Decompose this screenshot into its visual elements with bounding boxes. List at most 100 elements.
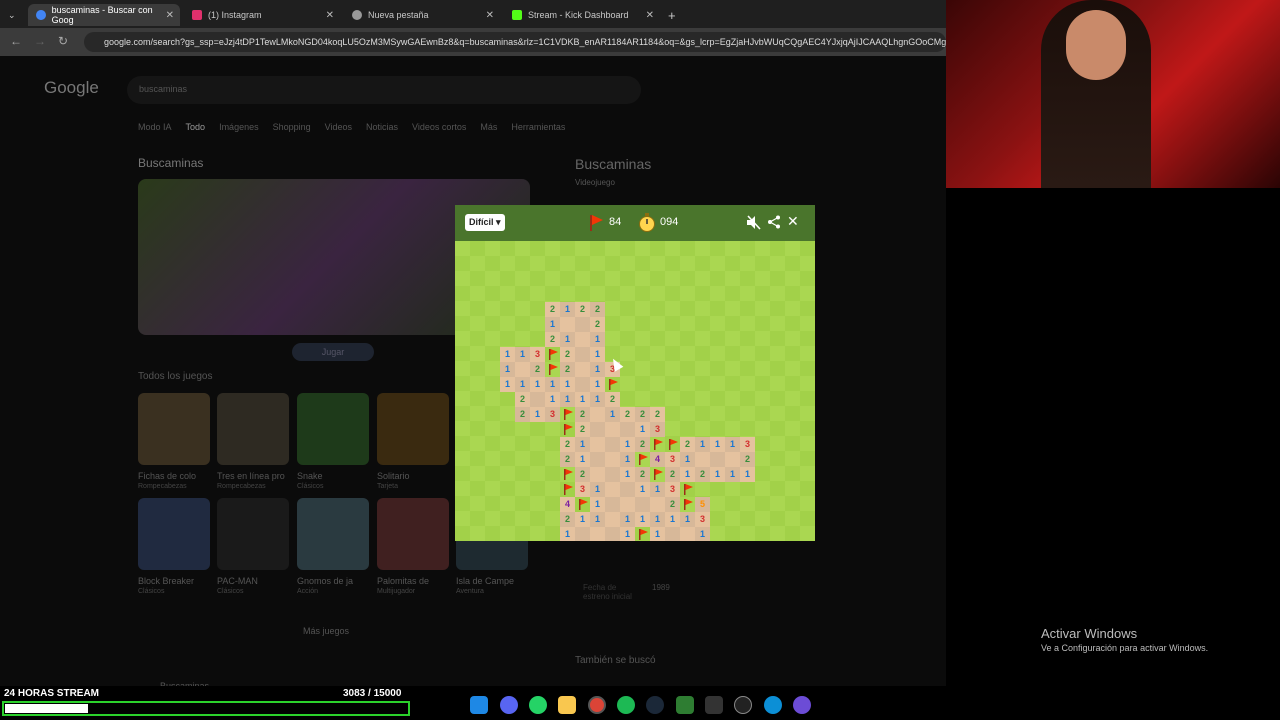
empty-cell[interactable] bbox=[620, 497, 635, 512]
number-cell[interactable]: 1 bbox=[635, 512, 650, 527]
game-tile-tres-en-linea[interactable] bbox=[217, 393, 289, 465]
flag-cell[interactable] bbox=[635, 452, 650, 467]
number-cell[interactable]: 2 bbox=[635, 437, 650, 452]
number-cell[interactable]: 2 bbox=[515, 392, 530, 407]
empty-cell[interactable] bbox=[575, 347, 590, 362]
empty-cell[interactable] bbox=[605, 467, 620, 482]
number-cell[interactable]: 3 bbox=[665, 482, 680, 497]
file-explorer-icon[interactable] bbox=[558, 696, 576, 714]
number-cell[interactable]: 2 bbox=[560, 452, 575, 467]
number-cell[interactable]: 1 bbox=[500, 377, 515, 392]
google-logo[interactable]: Google bbox=[44, 78, 99, 98]
number-cell[interactable]: 1 bbox=[635, 482, 650, 497]
empty-cell[interactable] bbox=[605, 452, 620, 467]
number-cell[interactable]: 2 bbox=[665, 467, 680, 482]
number-cell[interactable]: 1 bbox=[530, 377, 545, 392]
number-cell[interactable]: 1 bbox=[575, 512, 590, 527]
flag-cell[interactable] bbox=[575, 497, 590, 512]
game-tile-pac-man[interactable] bbox=[217, 498, 289, 570]
empty-cell[interactable] bbox=[635, 497, 650, 512]
number-cell[interactable]: 2 bbox=[575, 407, 590, 422]
number-cell[interactable]: 1 bbox=[620, 467, 635, 482]
game-tile-block-breaker[interactable] bbox=[138, 498, 210, 570]
number-cell[interactable]: 1 bbox=[695, 527, 710, 541]
number-cell[interactable]: 1 bbox=[725, 467, 740, 482]
number-cell[interactable]: 2 bbox=[575, 302, 590, 317]
number-cell[interactable]: 2 bbox=[695, 467, 710, 482]
game-tile-palomitas[interactable] bbox=[377, 498, 449, 570]
number-cell[interactable]: 2 bbox=[650, 407, 665, 422]
windows-start-icon[interactable] bbox=[470, 696, 488, 714]
number-cell[interactable]: 1 bbox=[500, 362, 515, 377]
number-cell[interactable]: 1 bbox=[575, 437, 590, 452]
empty-cell[interactable] bbox=[605, 422, 620, 437]
tab-new[interactable]: Nueva pestaña ✕ bbox=[344, 4, 500, 26]
empty-cell[interactable] bbox=[680, 527, 695, 541]
number-cell[interactable]: 1 bbox=[620, 512, 635, 527]
empty-cell[interactable] bbox=[605, 437, 620, 452]
chrome-taskbar-icon[interactable] bbox=[588, 696, 606, 714]
number-cell[interactable]: 1 bbox=[665, 512, 680, 527]
number-cell[interactable]: 1 bbox=[710, 437, 725, 452]
number-cell[interactable]: 2 bbox=[560, 362, 575, 377]
number-cell[interactable]: 1 bbox=[680, 467, 695, 482]
empty-cell[interactable] bbox=[575, 332, 590, 347]
number-cell[interactable]: 2 bbox=[515, 407, 530, 422]
number-cell[interactable]: 5 bbox=[695, 497, 710, 512]
number-cell[interactable]: 2 bbox=[635, 407, 650, 422]
tab-buscaminas[interactable]: buscaminas - Buscar con Goog ✕ bbox=[28, 4, 180, 26]
tab-videos-cortos[interactable]: Videos cortos bbox=[412, 122, 466, 134]
number-cell[interactable]: 1 bbox=[650, 512, 665, 527]
empty-cell[interactable] bbox=[590, 407, 605, 422]
address-field[interactable]: google.com/search?gs_ssp=eJzj4tDP1TewLMk… bbox=[84, 32, 946, 52]
number-cell[interactable]: 1 bbox=[680, 452, 695, 467]
number-cell[interactable]: 1 bbox=[590, 377, 605, 392]
discord-icon[interactable] bbox=[500, 696, 518, 714]
number-cell[interactable]: 1 bbox=[515, 347, 530, 362]
tab-shopping[interactable]: Shopping bbox=[273, 122, 311, 134]
number-cell[interactable]: 2 bbox=[680, 437, 695, 452]
share-icon[interactable] bbox=[767, 215, 781, 229]
number-cell[interactable]: 2 bbox=[545, 302, 560, 317]
empty-cell[interactable] bbox=[575, 527, 590, 541]
game-tile-solitario[interactable] bbox=[377, 393, 449, 465]
number-cell[interactable]: 3 bbox=[740, 437, 755, 452]
number-cell[interactable]: 2 bbox=[590, 317, 605, 332]
tab-kick[interactable]: Stream - Kick Dashboard ✕ bbox=[504, 4, 660, 26]
tab-todo[interactable]: Todo bbox=[186, 122, 206, 134]
flag-cell[interactable] bbox=[560, 422, 575, 437]
number-cell[interactable]: 1 bbox=[590, 482, 605, 497]
number-cell[interactable]: 1 bbox=[590, 347, 605, 362]
empty-cell[interactable] bbox=[605, 527, 620, 541]
number-cell[interactable]: 1 bbox=[680, 512, 695, 527]
number-cell[interactable]: 1 bbox=[650, 482, 665, 497]
number-cell[interactable]: 1 bbox=[695, 437, 710, 452]
search-input[interactable]: buscaminas bbox=[127, 76, 641, 104]
number-cell[interactable]: 2 bbox=[575, 467, 590, 482]
empty-cell[interactable] bbox=[575, 317, 590, 332]
number-cell[interactable]: 1 bbox=[590, 497, 605, 512]
number-cell[interactable]: 2 bbox=[560, 437, 575, 452]
empty-cell[interactable] bbox=[590, 467, 605, 482]
number-cell[interactable]: 1 bbox=[560, 392, 575, 407]
number-cell[interactable]: 2 bbox=[560, 512, 575, 527]
number-cell[interactable]: 1 bbox=[650, 527, 665, 541]
flag-cell[interactable] bbox=[650, 437, 665, 452]
number-cell[interactable]: 2 bbox=[635, 467, 650, 482]
play-button[interactable]: Jugar bbox=[292, 343, 374, 361]
flag-cell[interactable] bbox=[560, 467, 575, 482]
number-cell[interactable]: 1 bbox=[740, 467, 755, 482]
empty-cell[interactable] bbox=[560, 317, 575, 332]
obs-icon[interactable] bbox=[734, 696, 752, 714]
number-cell[interactable]: 1 bbox=[545, 317, 560, 332]
empty-cell[interactable] bbox=[605, 512, 620, 527]
number-cell[interactable]: 2 bbox=[530, 362, 545, 377]
number-cell[interactable]: 1 bbox=[515, 377, 530, 392]
empty-cell[interactable] bbox=[695, 452, 710, 467]
number-cell[interactable]: 1 bbox=[575, 392, 590, 407]
empty-cell[interactable] bbox=[530, 392, 545, 407]
flag-cell[interactable] bbox=[605, 377, 620, 392]
mute-icon[interactable] bbox=[746, 215, 762, 230]
game-tile-fichas[interactable] bbox=[138, 393, 210, 465]
close-tab-icon[interactable]: ✕ bbox=[486, 10, 494, 21]
